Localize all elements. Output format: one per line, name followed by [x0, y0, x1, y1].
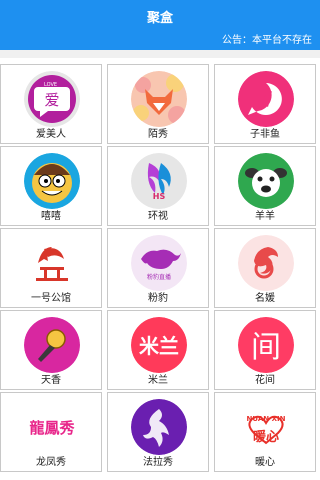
icon-text: HS: [153, 192, 166, 201]
app-label: 米兰: [148, 375, 168, 386]
icon-text: 米兰: [139, 334, 179, 358]
icon-text: 爱: [44, 91, 59, 109]
fish-bubble-icon: [238, 71, 294, 127]
app-tile[interactable]: 名媛: [214, 228, 316, 308]
app-tile[interactable]: 间 花间: [214, 310, 316, 390]
milan-text-icon: 米兰: [131, 317, 187, 373]
app-tile[interactable]: 龍鳳秀 龙凤秀: [0, 392, 102, 472]
app-tile[interactable]: 子非鱼: [214, 64, 316, 144]
heart-chat-icon: 爱 LOVE: [24, 71, 80, 127]
app-tile[interactable]: 羊羊: [214, 146, 316, 226]
announcement-text: 公告：本平台不存在: [222, 35, 312, 46]
app-label: 一号公馆: [31, 293, 71, 304]
app-label: 龙凤秀: [36, 457, 66, 468]
icon-text: 粉豹直播: [147, 273, 171, 281]
app-tile[interactable]: 陌秀: [107, 64, 209, 144]
app-label: 环视: [148, 211, 168, 222]
icon-text: LOVE: [44, 82, 57, 88]
app-tile[interactable]: 一号公馆: [0, 228, 102, 308]
app-tile[interactable]: HS 环视: [107, 146, 209, 226]
fox-icon: [131, 71, 187, 127]
mansion-icon: [24, 235, 80, 291]
app-label: 花间: [255, 375, 275, 386]
door-text-icon: 间: [238, 317, 294, 373]
app-label: 暖心: [255, 457, 275, 468]
flame-logo-icon: HS: [131, 153, 187, 209]
app-tile[interactable]: 法拉秀: [107, 392, 209, 472]
icon-text: 间: [251, 330, 281, 365]
app-label: 法拉秀: [143, 457, 173, 468]
app-header: 聚盒: [0, 0, 320, 32]
icon-text: 龍鳳秀: [29, 419, 75, 437]
app-label: 陌秀: [148, 129, 168, 140]
app-tile[interactable]: 粉豹直播 粉豹: [107, 228, 209, 308]
app-label: 子非鱼: [250, 129, 280, 140]
icon-text: 暖心: [253, 429, 279, 445]
app-tile[interactable]: 米兰 米兰: [107, 310, 209, 390]
page-title: 聚盒: [146, 10, 173, 26]
app-tile[interactable]: 爱 LOVE 爱美人: [0, 64, 102, 144]
cartoon-face-icon: [24, 153, 80, 209]
icon-text: NUAN XIN: [247, 415, 286, 423]
app-tile[interactable]: NUAN XIN 暖心 暖心: [214, 392, 316, 472]
app-label: 名媛: [255, 293, 275, 304]
dragon-phoenix-icon: 龍鳳秀: [24, 399, 80, 455]
app-tile[interactable]: 天香: [0, 310, 102, 390]
dancer-icon: [131, 399, 187, 455]
app-label: 爱美人: [36, 129, 66, 140]
swirl-logo-icon: [238, 235, 294, 291]
microphone-icon: [24, 317, 80, 373]
app-label: 羊羊: [255, 211, 275, 222]
app-tile[interactable]: 嘻嘻: [0, 146, 102, 226]
sheep-face-icon: [238, 153, 294, 209]
announcement-bar: 公告：本平台不存在: [0, 32, 320, 50]
app-label: 嘻嘻: [41, 211, 61, 222]
app-label: 粉豹: [148, 293, 168, 304]
warm-heart-icon: NUAN XIN 暖心: [238, 399, 294, 455]
panther-icon: 粉豹直播: [131, 235, 187, 291]
app-grid: 爱 LOVE 爱美人 陌秀 子非鱼 嘻嘻 HS 环视 羊羊 一号公馆 粉豹直播 …: [0, 58, 320, 480]
app-label: 天香: [41, 375, 61, 386]
